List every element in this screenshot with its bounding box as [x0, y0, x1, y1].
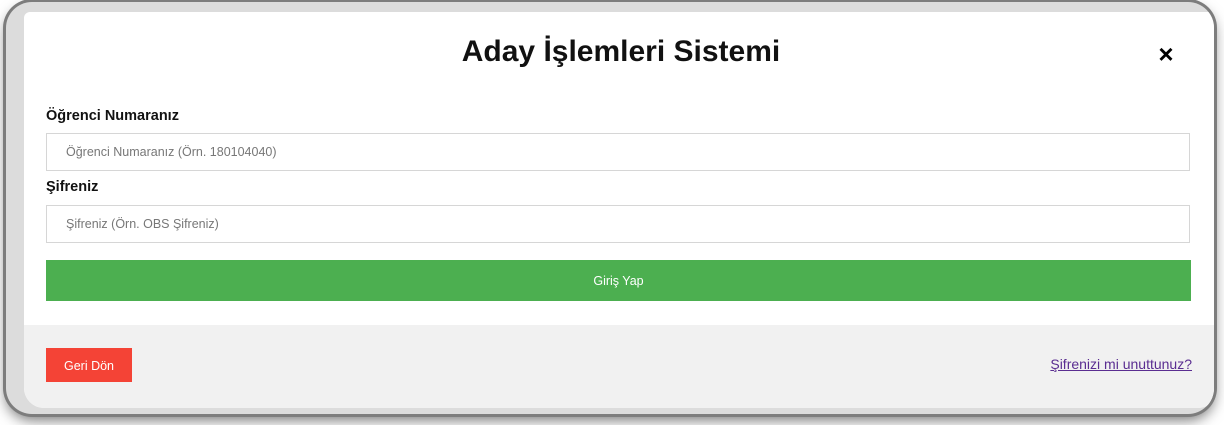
close-icon[interactable]: ×	[1154, 41, 1178, 67]
modal-frame: Aday İşlemleri Sistemi × Öğrenci Numaran…	[6, 2, 1214, 414]
student-number-label: Öğrenci Numaranız	[46, 108, 179, 124]
modal-title: Aday İşlemleri Sistemi	[461, 35, 781, 68]
login-modal: Aday İşlemleri Sistemi × Öğrenci Numaran…	[24, 12, 1214, 408]
login-button[interactable]: Giriş Yap	[46, 260, 1191, 301]
modal-header: Aday İşlemleri Sistemi ×	[24, 12, 1214, 92]
password-label: Şifreniz	[46, 179, 99, 195]
student-number-input[interactable]	[46, 133, 1190, 171]
modal-footer: Geri Dön Şifrenizi mi unuttunuz?	[24, 325, 1214, 408]
back-button[interactable]: Geri Dön	[46, 348, 132, 382]
forgot-password-link[interactable]: Şifrenizi mi unuttunuz?	[1050, 356, 1192, 372]
password-input[interactable]	[46, 205, 1190, 243]
